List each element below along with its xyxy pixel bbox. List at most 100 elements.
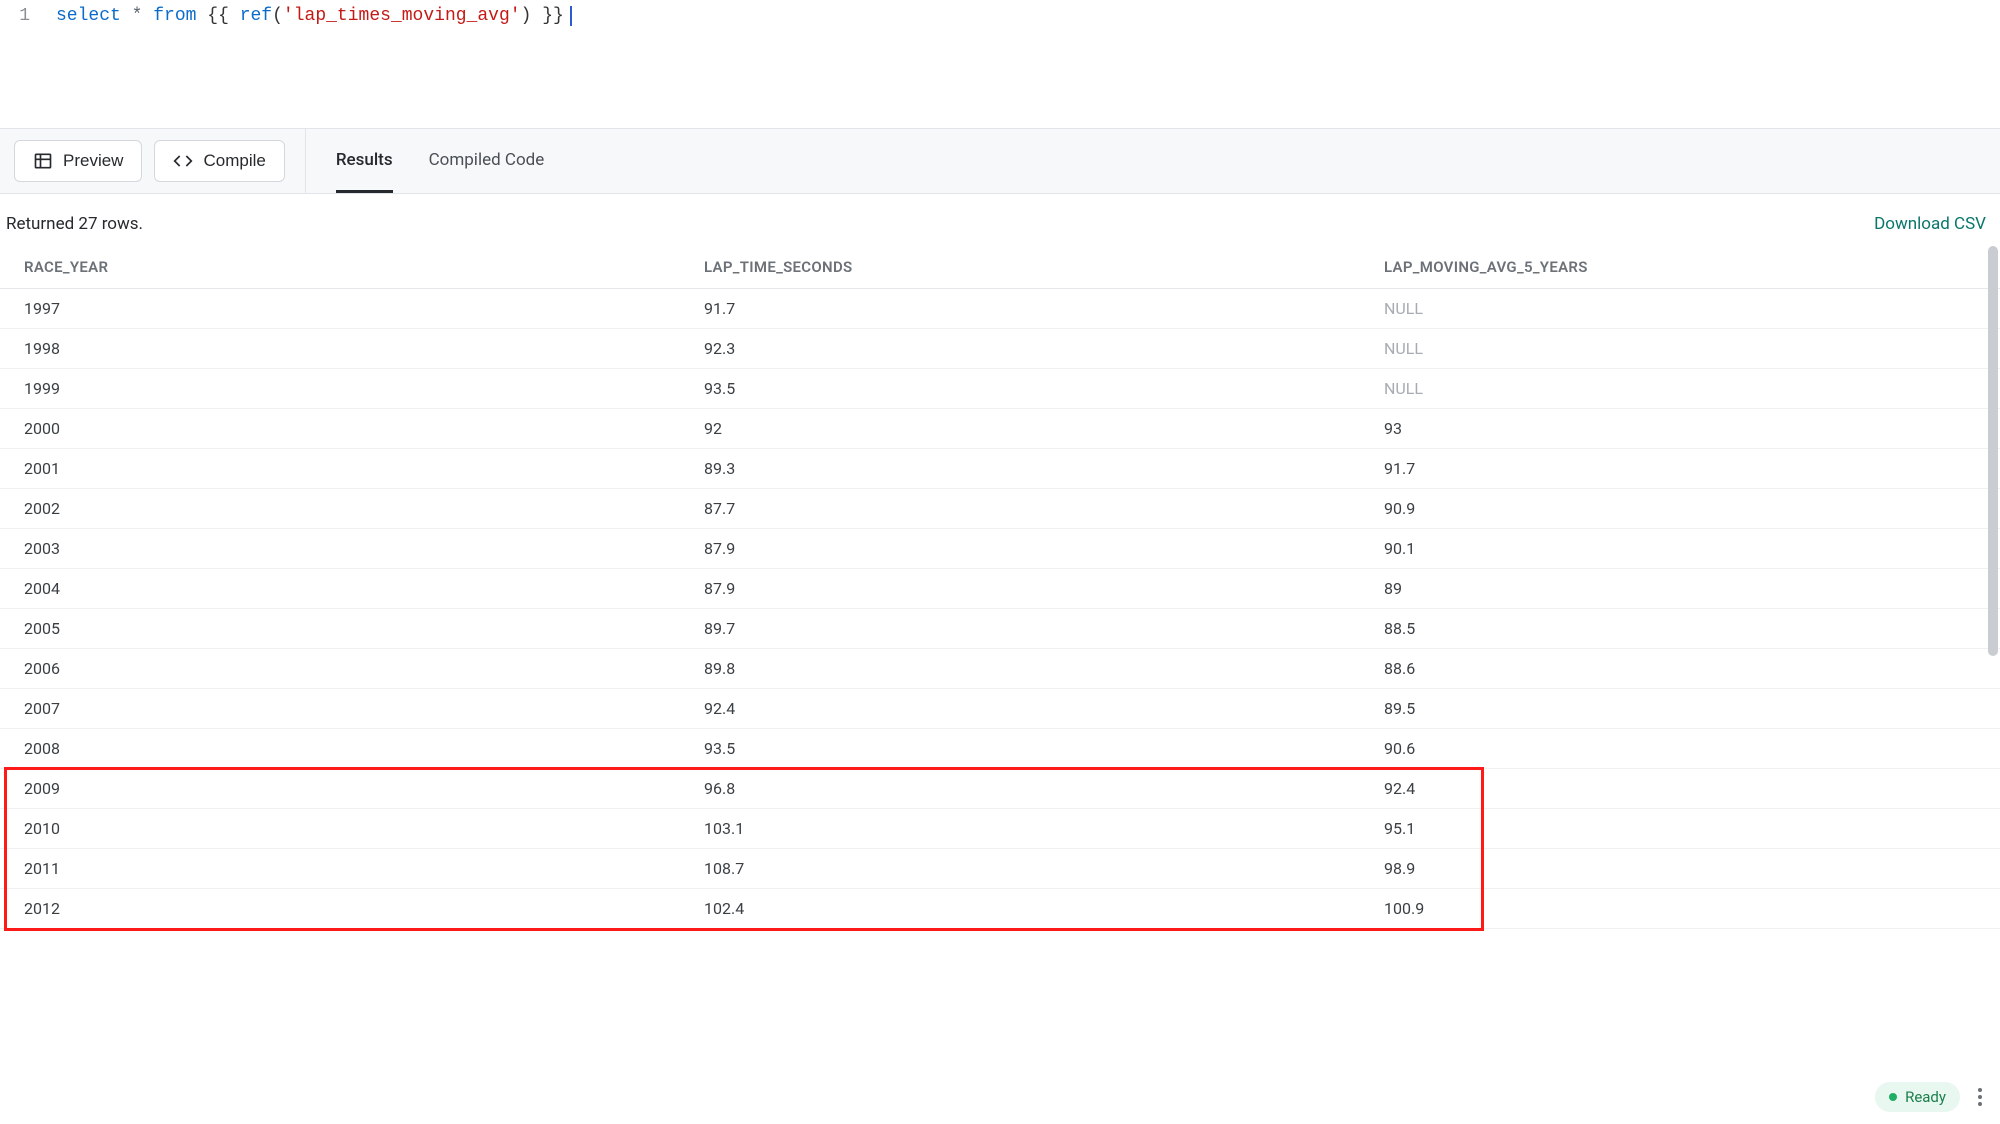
table-row[interactable]: 20009293 (0, 409, 2000, 449)
download-csv-link[interactable]: Download CSV (1874, 214, 1986, 234)
cell-race-year: 2000 (0, 409, 680, 449)
cell-lap-moving-avg: 88.6 (1360, 649, 2000, 689)
results-table: RACE_YEAR LAP_TIME_SECONDS LAP_MOVING_AV… (0, 246, 2000, 929)
table-row[interactable]: 200387.990.1 (0, 529, 2000, 569)
ready-label: Ready (1905, 1088, 1946, 1106)
cell-lap-time-seconds: 93.5 (680, 369, 1360, 409)
text-cursor (570, 6, 572, 26)
cell-lap-moving-avg: 92.4 (1360, 769, 2000, 809)
cell-race-year: 2012 (0, 889, 680, 929)
cell-lap-moving-avg: 89 (1360, 569, 2000, 609)
token-brace: }} (542, 4, 564, 28)
table-row[interactable]: 200689.888.6 (0, 649, 2000, 689)
cell-race-year: 2006 (0, 649, 680, 689)
cell-race-year: 1998 (0, 329, 680, 369)
cell-race-year: 2001 (0, 449, 680, 489)
cell-lap-moving-avg: 95.1 (1360, 809, 2000, 849)
cell-lap-moving-avg: NULL (1360, 369, 2000, 409)
table-row[interactable]: 2010103.195.1 (0, 809, 2000, 849)
cell-lap-moving-avg: NULL (1360, 289, 2000, 329)
tab-compiled-code[interactable]: Compiled Code (429, 129, 545, 193)
line-number: 1 (0, 4, 56, 28)
column-header[interactable]: LAP_TIME_SECONDS (680, 246, 1360, 289)
toolbar-buttons: Preview Compile (14, 129, 306, 193)
cell-lap-time-seconds: 92.4 (680, 689, 1360, 729)
cell-race-year: 2007 (0, 689, 680, 729)
cell-lap-time-seconds: 89.8 (680, 649, 1360, 689)
table-row[interactable]: 200996.892.4 (0, 769, 2000, 809)
cell-lap-time-seconds: 89.3 (680, 449, 1360, 489)
cell-lap-time-seconds: 89.7 (680, 609, 1360, 649)
cell-lap-time-seconds: 103.1 (680, 809, 1360, 849)
column-header[interactable]: RACE_YEAR (0, 246, 680, 289)
token-paren: ( (272, 4, 283, 28)
table-row[interactable]: 200487.989 (0, 569, 2000, 609)
token-keyword: from (153, 4, 196, 28)
table-row[interactable]: 2011108.798.9 (0, 849, 2000, 889)
cell-lap-time-seconds: 92.3 (680, 329, 1360, 369)
status-bar: Ready (1875, 1082, 1986, 1112)
ready-status: Ready (1875, 1082, 1960, 1112)
cell-race-year: 2009 (0, 769, 680, 809)
code-editor[interactable]: 1 select * from {{ ref ( 'lap_times_movi… (0, 0, 2000, 128)
cell-lap-moving-avg: 91.7 (1360, 449, 2000, 489)
tab-results[interactable]: Results (336, 129, 393, 193)
table-row[interactable]: 200287.790.9 (0, 489, 2000, 529)
table-icon (33, 151, 53, 171)
table-row[interactable]: 199791.7NULL (0, 289, 2000, 329)
cell-race-year: 2004 (0, 569, 680, 609)
cell-lap-moving-avg: 98.9 (1360, 849, 2000, 889)
token-paren: ) (521, 4, 532, 28)
cell-lap-moving-avg: NULL (1360, 329, 2000, 369)
table-row[interactable]: 199892.3NULL (0, 329, 2000, 369)
cell-lap-time-seconds: 87.9 (680, 529, 1360, 569)
compile-label: Compile (203, 151, 265, 171)
token-keyword: select (56, 4, 121, 28)
cell-lap-moving-avg: 88.5 (1360, 609, 2000, 649)
results-toolbar: Preview Compile Results Compiled Code (0, 128, 2000, 194)
cell-race-year: 2010 (0, 809, 680, 849)
token-brace: {{ (207, 4, 229, 28)
cell-lap-moving-avg: 93 (1360, 409, 2000, 449)
preview-label: Preview (63, 151, 123, 171)
cell-race-year: 2011 (0, 849, 680, 889)
cell-lap-time-seconds: 92 (680, 409, 1360, 449)
table-row[interactable]: 200893.590.6 (0, 729, 2000, 769)
cell-lap-time-seconds: 87.7 (680, 489, 1360, 529)
preview-button[interactable]: Preview (14, 140, 142, 182)
code-line[interactable]: 1 select * from {{ ref ( 'lap_times_movi… (0, 4, 2000, 28)
compile-button[interactable]: Compile (154, 140, 284, 182)
token-function: ref (240, 4, 272, 28)
cell-lap-moving-avg: 100.9 (1360, 889, 2000, 929)
more-menu-button[interactable] (1974, 1084, 1986, 1110)
cell-lap-time-seconds: 102.4 (680, 889, 1360, 929)
cell-race-year: 2008 (0, 729, 680, 769)
table-row[interactable]: 200589.788.5 (0, 609, 2000, 649)
cell-lap-moving-avg: 90.1 (1360, 529, 2000, 569)
table-row[interactable]: 199993.5NULL (0, 369, 2000, 409)
table-row[interactable]: 2012102.4100.9 (0, 889, 2000, 929)
cell-race-year: 2005 (0, 609, 680, 649)
cell-lap-time-seconds: 91.7 (680, 289, 1360, 329)
rows-returned-text: Returned 27 rows. (6, 214, 143, 234)
cell-race-year: 2003 (0, 529, 680, 569)
cell-race-year: 1997 (0, 289, 680, 329)
table-row[interactable]: 200189.391.7 (0, 449, 2000, 489)
token-operator: * (132, 4, 143, 28)
cell-lap-time-seconds: 96.8 (680, 769, 1360, 809)
ready-dot-icon (1889, 1093, 1897, 1101)
vertical-scrollbar-thumb[interactable] (1988, 246, 1998, 656)
results-meta: Returned 27 rows. Download CSV (0, 194, 2000, 246)
column-header[interactable]: LAP_MOVING_AVG_5_YEARS (1360, 246, 2000, 289)
cell-race-year: 1999 (0, 369, 680, 409)
cell-lap-time-seconds: 87.9 (680, 569, 1360, 609)
token-string: 'lap_times_moving_avg' (283, 4, 521, 28)
cell-lap-time-seconds: 93.5 (680, 729, 1360, 769)
cell-lap-moving-avg: 90.9 (1360, 489, 2000, 529)
results-table-wrap: RACE_YEAR LAP_TIME_SECONDS LAP_MOVING_AV… (0, 246, 2000, 929)
results-tabs: Results Compiled Code (336, 129, 544, 193)
cell-lap-time-seconds: 108.7 (680, 849, 1360, 889)
table-header-row: RACE_YEAR LAP_TIME_SECONDS LAP_MOVING_AV… (0, 246, 2000, 289)
vertical-scrollbar[interactable] (1988, 246, 1998, 929)
table-row[interactable]: 200792.489.5 (0, 689, 2000, 729)
